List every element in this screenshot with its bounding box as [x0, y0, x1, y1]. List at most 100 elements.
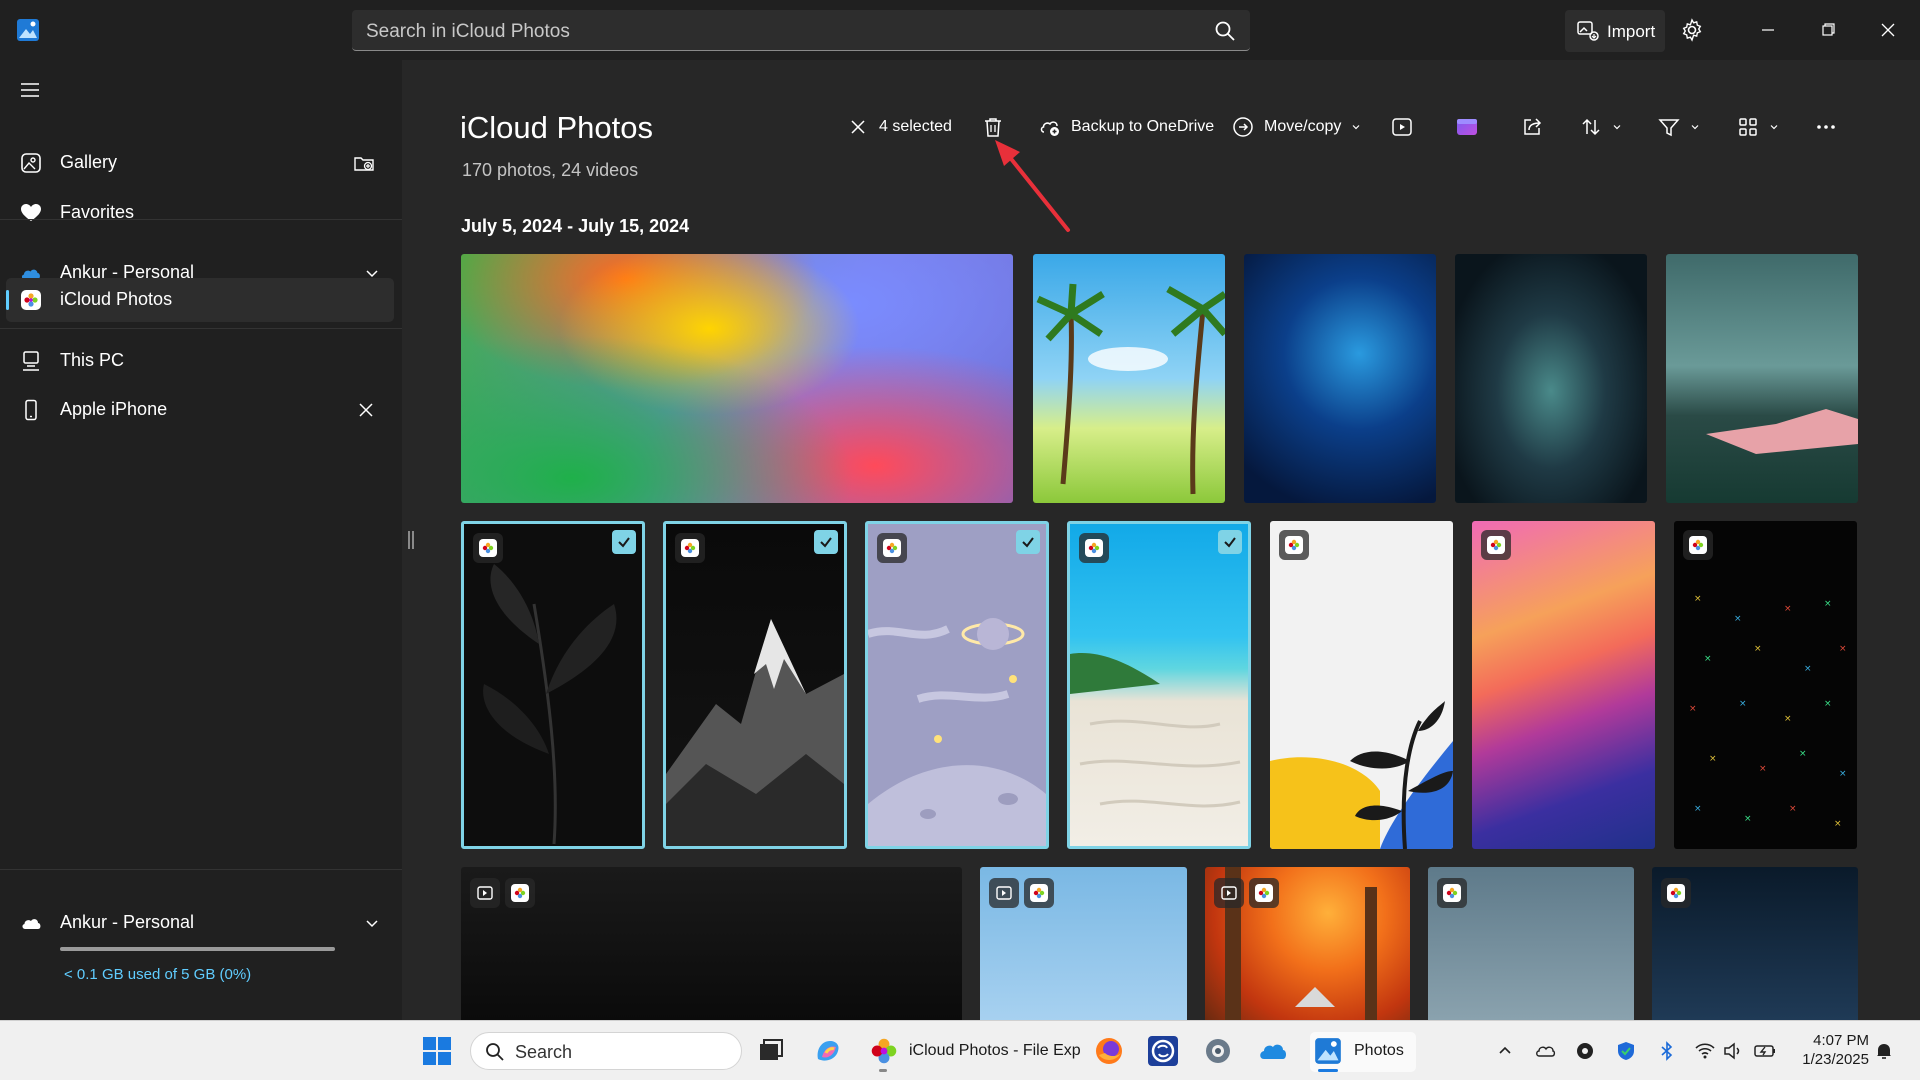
settings-app-icon[interactable] — [1202, 1035, 1234, 1075]
settings-gear-icon[interactable] — [1680, 18, 1704, 42]
import-button[interactable]: Import — [1565, 10, 1665, 52]
svg-text:×: × — [1734, 614, 1742, 624]
task-view-icon[interactable] — [756, 1036, 786, 1076]
photo-thumbnail[interactable]: × × × × × × × × × × × × × × × × × × × × — [1674, 521, 1857, 849]
search-box[interactable]: Search in iCloud Photos — [352, 10, 1250, 51]
close-icon — [851, 120, 865, 134]
photo-thumbnail[interactable] — [461, 254, 1013, 503]
cloud-icon — [20, 912, 42, 934]
sidebar-item-icloud-photos[interactable]: iCloud Photos — [6, 278, 394, 322]
more-options-button[interactable] — [1815, 114, 1837, 140]
video-thumbnail[interactable] — [980, 867, 1187, 1020]
move-icon — [1233, 117, 1253, 137]
photo-thumbnail-selected[interactable] — [663, 521, 847, 849]
landscape-illustration — [1706, 409, 1858, 454]
eject-close-icon[interactable] — [356, 400, 376, 420]
sidebar-item-gallery[interactable]: Gallery — [6, 141, 394, 185]
photo-thumbnail[interactable] — [1652, 867, 1858, 1020]
photo-thumbnail[interactable] — [1244, 254, 1436, 503]
notification-bell-icon[interactable] — [1874, 1041, 1894, 1061]
copilot-icon[interactable] — [812, 1035, 844, 1075]
svg-text:×: × — [1744, 814, 1752, 824]
photo-thumbnail[interactable] — [1270, 521, 1453, 849]
selected-checkbox[interactable] — [1218, 530, 1242, 554]
clipchamp-icon — [1457, 119, 1477, 135]
chevron-down-icon — [1352, 125, 1360, 130]
icloud-badge — [1249, 878, 1279, 908]
svg-text:×: × — [1689, 704, 1697, 714]
backup-onedrive-button[interactable]: Backup to OneDrive — [1039, 114, 1214, 140]
share-button[interactable] — [1521, 114, 1543, 140]
restore-icon[interactable] — [1816, 18, 1840, 42]
selected-checkbox[interactable] — [814, 530, 838, 554]
battery-charging-icon[interactable] — [1753, 1040, 1777, 1062]
photo-thumbnail-selected[interactable] — [865, 521, 1049, 849]
move-copy-label: Move/copy — [1264, 118, 1342, 135]
svg-text:×: × — [1839, 644, 1847, 654]
photo-thumbnail[interactable] — [1033, 254, 1225, 503]
mountain-illustration — [666, 619, 844, 846]
svg-text:×: × — [1784, 714, 1792, 724]
icloud-photos-icon — [871, 1038, 897, 1064]
chevron-up-icon[interactable] — [1497, 1043, 1513, 1059]
start-windows-icon[interactable] — [421, 1035, 453, 1075]
sidebar-item-apple-iphone[interactable]: Apple iPhone — [6, 388, 394, 432]
chevron-down-icon[interactable] — [362, 913, 382, 933]
onedrive-app-icon[interactable] — [1257, 1035, 1289, 1075]
view-layout-button[interactable] — [1737, 114, 1779, 140]
taskbar-search[interactable]: Search — [470, 1032, 742, 1070]
storage-usage-text[interactable]: < 0.1 GB used of 5 GB (0%) — [64, 966, 251, 983]
clock-time: 4:07 PM — [1813, 1032, 1869, 1049]
photo-thumbnail[interactable] — [1666, 254, 1858, 503]
clipchamp-button[interactable] — [1456, 114, 1478, 140]
clear-selection-button[interactable]: 4 selected — [847, 114, 952, 140]
sidebar-item-label: This PC — [60, 350, 125, 370]
video-badge — [470, 878, 500, 908]
storage-account[interactable]: Ankur - Personal — [6, 901, 394, 945]
svg-text:×: × — [1839, 769, 1847, 779]
photo-thumbnail[interactable] — [1472, 521, 1655, 849]
storage-account-label: Ankur - Personal — [60, 912, 195, 932]
hamburger-menu-icon[interactable] — [18, 78, 42, 102]
grid-view-icon — [1739, 118, 1757, 136]
wifi-icon[interactable] — [1694, 1040, 1716, 1062]
selected-checkbox[interactable] — [612, 530, 636, 554]
leaves-illustration — [483, 564, 617, 845]
active-indicator — [1318, 1069, 1338, 1072]
photos-app-icon — [1315, 1038, 1341, 1064]
minimize-icon[interactable] — [1756, 18, 1780, 42]
sidebar-item-this-pc[interactable]: This PC — [6, 339, 394, 383]
volume-icon[interactable] — [1722, 1040, 1744, 1062]
photo-thumbnail[interactable] — [1455, 254, 1647, 503]
photo-thumbnail-selected[interactable] — [1067, 521, 1251, 849]
video-thumbnail[interactable] — [461, 867, 962, 1020]
taskbar-file-explorer-app[interactable]: iCloud Photos - File Exp — [866, 1032, 1081, 1072]
taskbar-photos-app[interactable]: Photos — [1310, 1032, 1416, 1072]
sort-button[interactable] — [1580, 114, 1622, 140]
gear-tray-icon[interactable] — [1574, 1040, 1596, 1062]
video-badge — [989, 878, 1019, 908]
slideshow-button[interactable] — [1391, 114, 1413, 140]
clock[interactable]: 4:07 PM 1/23/2025 — [1797, 1031, 1869, 1069]
svg-text:×: × — [1834, 819, 1842, 829]
svg-text:×: × — [1784, 604, 1792, 614]
move-copy-button[interactable]: Move/copy — [1232, 114, 1361, 140]
bluetooth-icon[interactable] — [1656, 1040, 1678, 1062]
selected-checkbox[interactable] — [1016, 530, 1040, 554]
search-input[interactable]: Search in iCloud Photos — [366, 21, 570, 43]
firefox-icon[interactable] — [1093, 1035, 1125, 1075]
pane-resize-handle[interactable] — [408, 531, 414, 549]
add-folder-icon[interactable] — [354, 153, 374, 173]
onedrive-tray-icon[interactable] — [1534, 1040, 1556, 1062]
simplenote-icon[interactable] — [1147, 1035, 1179, 1075]
delete-button[interactable] — [982, 114, 1004, 140]
photo-thumbnail[interactable] — [1428, 867, 1634, 1020]
security-shield-icon[interactable] — [1615, 1040, 1637, 1062]
sidebar-item-favorites[interactable]: Favorites — [6, 191, 394, 235]
video-thumbnail[interactable] — [1205, 867, 1410, 1020]
close-icon[interactable] — [1876, 18, 1900, 42]
filter-button[interactable] — [1658, 114, 1700, 140]
search-icon[interactable] — [1214, 20, 1236, 42]
icloud-badge — [1437, 878, 1467, 908]
photo-thumbnail-selected[interactable] — [461, 521, 645, 849]
